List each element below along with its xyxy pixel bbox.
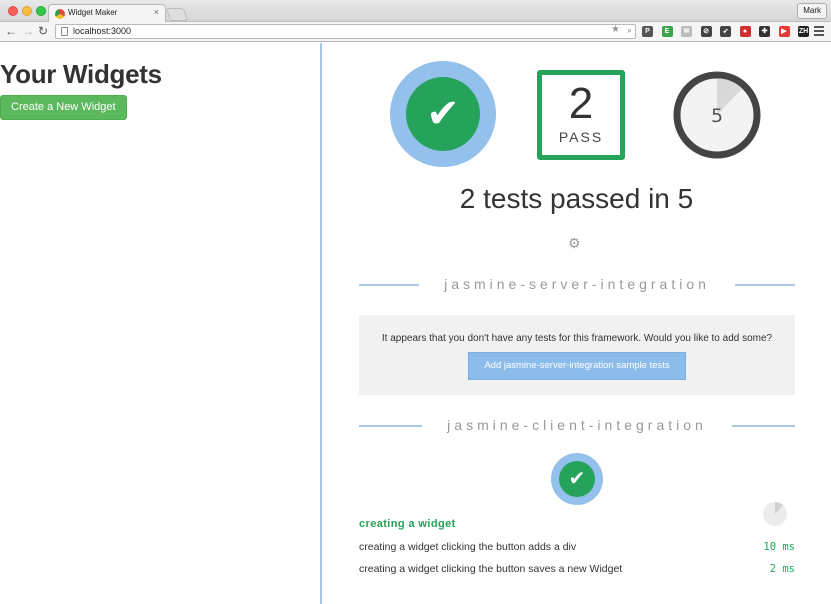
tab-close-icon[interactable]: × bbox=[154, 7, 159, 17]
gear-icon[interactable]: ⚙ bbox=[568, 235, 581, 252]
window-close-button[interactable] bbox=[8, 6, 18, 16]
reload-icon[interactable]: ↻ bbox=[38, 24, 48, 38]
suite-title[interactable]: creating a widget bbox=[359, 518, 456, 530]
window-minimize-button[interactable] bbox=[22, 6, 32, 16]
server-section-header: jasmine-server-integration bbox=[359, 274, 795, 294]
chrome-favicon-icon bbox=[55, 9, 65, 19]
pass-count: 2 bbox=[568, 79, 594, 128]
zoom-icon[interactable]: ⌕ bbox=[627, 25, 632, 36]
no-tests-message: It appears that you don't have any tests… bbox=[381, 333, 773, 344]
rocket-icon[interactable]: ➶ bbox=[720, 26, 731, 37]
back-arrow-icon[interactable]: ← bbox=[5, 24, 17, 38]
client-timer-dial bbox=[763, 502, 787, 526]
create-widget-button[interactable]: Create a New Widget bbox=[0, 95, 127, 120]
pass-label: PASS bbox=[558, 129, 604, 145]
mail-icon[interactable]: ✉ bbox=[681, 26, 692, 37]
check-icon: ✔ bbox=[406, 77, 480, 151]
youtube-icon[interactable]: ▶ bbox=[778, 26, 790, 37]
client-status-badge: ✔ bbox=[551, 453, 603, 505]
pass-count-box: 2 PASS bbox=[537, 70, 625, 160]
page-icon bbox=[61, 27, 68, 36]
browser-toolbar: ← → ↻ localhost:3000 ★ ⌕ P E ✉ ⊘ ➶ ● ✚ ▶ ZH bbox=[0, 22, 831, 42]
check-icon: ✔ bbox=[559, 461, 595, 497]
spec-description: creating a widget clicking the button sa… bbox=[359, 563, 623, 575]
client-section-title: jasmine-client-integration bbox=[443, 417, 711, 433]
browser-tab[interactable]: Widget Maker × bbox=[48, 4, 166, 23]
puzzle-icon[interactable]: ✚ bbox=[759, 26, 770, 37]
timer-value: 5 bbox=[711, 105, 723, 127]
add-sample-tests-button[interactable]: Add jasmine-server-integration sample te… bbox=[468, 352, 686, 380]
app-pane: Your Widgets Create a New Widget bbox=[0, 43, 320, 604]
browser-titlebar: Widget Maker × Mark bbox=[0, 0, 831, 23]
zh-icon[interactable]: ZH bbox=[798, 26, 809, 37]
client-section-header: jasmine-client-integration bbox=[359, 415, 795, 435]
overall-status-badge: ✔ bbox=[390, 61, 496, 167]
address-bar[interactable]: localhost:3000 ★ ⌕ bbox=[55, 24, 636, 39]
spec-description: creating a widget clicking the button ad… bbox=[359, 541, 577, 553]
page-title: Your Widgets bbox=[0, 59, 162, 89]
address-url[interactable]: localhost:3000 bbox=[73, 26, 131, 36]
bookmark-star-icon[interactable]: ★ bbox=[611, 24, 620, 35]
spec-duration: 2 ms bbox=[769, 563, 795, 575]
tab-title: Widget Maker bbox=[68, 8, 118, 17]
no-tests-notice: It appears that you don't have any tests… bbox=[359, 315, 795, 395]
profile-button[interactable]: Mark bbox=[797, 3, 827, 19]
test-summary: 2 tests passed in 5 bbox=[459, 183, 694, 214]
chrome-menu-icon[interactable] bbox=[814, 26, 824, 36]
timer-dial: 5 bbox=[673, 71, 761, 159]
new-tab-button[interactable] bbox=[165, 8, 189, 21]
server-section-title: jasmine-server-integration bbox=[440, 276, 714, 292]
spec-duration: 10 ms bbox=[763, 541, 795, 553]
velocity-reporter: ✔ 2 PASS 5 2 tests passed in 5 ⚙ jasmine… bbox=[322, 43, 831, 604]
block-icon[interactable]: ⊘ bbox=[700, 26, 712, 37]
window-maximize-button[interactable] bbox=[36, 6, 46, 16]
spec-row[interactable]: creating a widget clicking the button sa… bbox=[359, 563, 795, 579]
spec-row[interactable]: creating a widget clicking the button ad… bbox=[359, 541, 795, 557]
evernote-icon[interactable]: E bbox=[661, 26, 673, 37]
pocket-icon[interactable]: P bbox=[642, 26, 653, 37]
lastpass-icon[interactable]: ● bbox=[739, 26, 751, 37]
forward-arrow-icon[interactable]: → bbox=[22, 24, 34, 38]
